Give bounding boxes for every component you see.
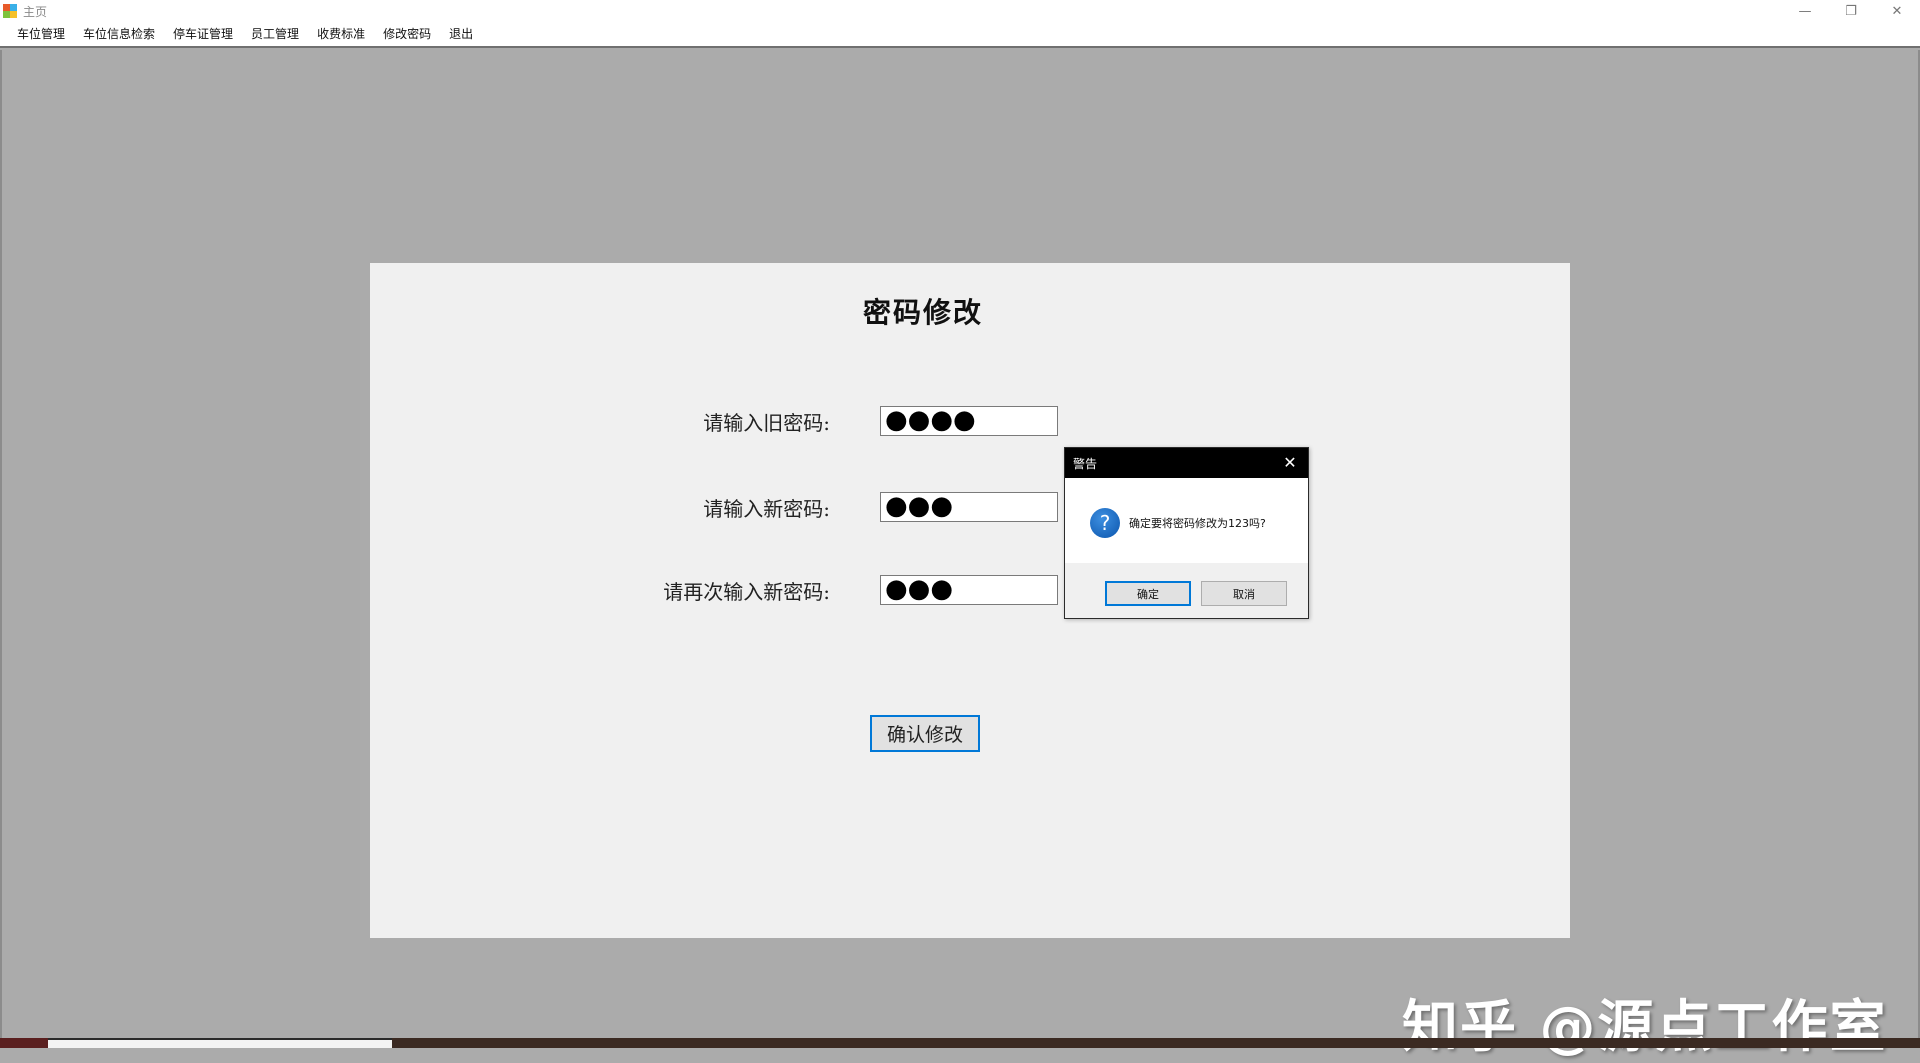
mdi-area: 密码修改 请输入旧密码: ●●●● 请输入新密码: ●●● 请再次输入新密码: … (0, 50, 1920, 1060)
old-password-label: 请输入旧密码: (703, 411, 830, 435)
taskbar (0, 1038, 1920, 1048)
watermark: 知乎 @源点工作室 (1402, 995, 1888, 1060)
window-title: 主页 (23, 4, 48, 19)
dialog-close-icon[interactable]: ✕ (1280, 455, 1300, 471)
old-password-input[interactable]: ●●●● (880, 406, 1058, 436)
menu-item-parking-permit[interactable]: 停车证管理 (164, 23, 242, 45)
dialog-footer: 确定 取消 (1065, 563, 1308, 618)
menu-item-staff[interactable]: 员工管理 (242, 23, 308, 45)
change-password-form: 密码修改 请输入旧密码: ●●●● 请输入新密码: ●●● 请再次输入新密码: … (370, 263, 1570, 938)
confirm-password-label: 请再次输入新密码: (663, 580, 830, 604)
question-icon: ? (1090, 508, 1120, 538)
menu-item-fee-standard[interactable]: 收费标准 (308, 23, 374, 45)
dialog-ok-button[interactable]: 确定 (1105, 581, 1191, 606)
restore-button[interactable]: ❐ (1828, 0, 1874, 22)
warning-dialog: 警告 ✕ ? 确定要将密码修改为123吗? 确定 取消 (1064, 447, 1309, 619)
menu-item-parking-search[interactable]: 车位信息检索 (74, 23, 164, 45)
dialog-message: 确定要将密码修改为123吗? (1129, 517, 1266, 530)
taskbar-start-area[interactable] (0, 1038, 48, 1048)
menu-item-change-password[interactable]: 修改密码 (374, 23, 440, 45)
close-window-button[interactable]: ✕ (1874, 0, 1920, 22)
dialog-body: ? 确定要将密码修改为123吗? (1065, 478, 1308, 563)
confirm-password-input[interactable]: ●●● (880, 575, 1058, 605)
new-password-input[interactable]: ●●● (880, 492, 1058, 522)
form-title: 密码修改 (862, 296, 983, 329)
dialog-title: 警告 (1073, 456, 1098, 471)
window-controls: — ❐ ✕ (1782, 0, 1920, 22)
app-icon (3, 4, 17, 18)
taskbar-apps-area (392, 1038, 1920, 1048)
dialog-titlebar: 警告 ✕ (1065, 448, 1308, 478)
new-password-label: 请输入新密码: (703, 497, 830, 521)
window-titlebar: 主页 — ❐ ✕ (0, 0, 1920, 22)
minimize-button[interactable]: — (1782, 0, 1828, 22)
menu-bar: 车位管理 车位信息检索 停车证管理 员工管理 收费标准 修改密码 退出 (0, 22, 1920, 48)
menu-item-exit[interactable]: 退出 (440, 23, 482, 45)
dialog-cancel-button[interactable]: 取消 (1201, 581, 1287, 606)
taskbar-search-area[interactable] (48, 1040, 392, 1048)
confirm-change-button[interactable]: 确认修改 (870, 715, 980, 752)
menu-item-parking-space[interactable]: 车位管理 (8, 23, 74, 45)
